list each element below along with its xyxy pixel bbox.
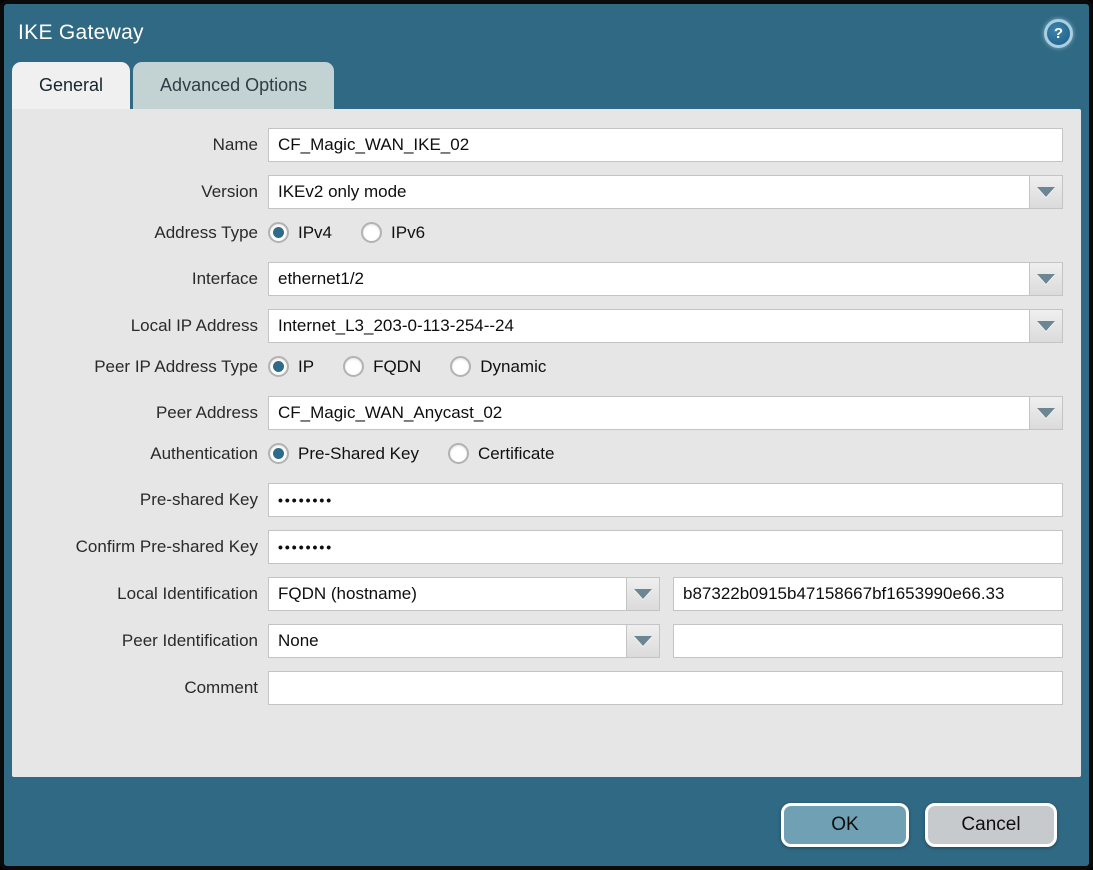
pre-shared-key-input[interactable]: [268, 483, 1063, 517]
radio-button-icon[interactable]: [268, 222, 289, 243]
local-identification-value-input[interactable]: [673, 577, 1063, 611]
version-input[interactable]: [268, 175, 1029, 209]
local-ip-address-label: Local IP Address: [12, 316, 268, 336]
peer-identification-dropdown-button[interactable]: [626, 624, 660, 658]
peer-ip-type-dynamic-label: Dynamic: [480, 357, 546, 377]
version-row: Version: [12, 175, 1063, 209]
address-type-label: Address Type: [12, 223, 268, 243]
local-identification-row: Local Identification: [12, 577, 1063, 611]
local-identification-label: Local Identification: [12, 584, 268, 604]
comment-input[interactable]: [268, 671, 1063, 705]
peer-identification-type-input[interactable]: [268, 624, 626, 658]
pre-shared-key-row: Pre-shared Key: [12, 483, 1063, 517]
interface-select: [268, 262, 1063, 296]
dialog-title: IKE Gateway: [18, 21, 144, 45]
address-type-ipv4-option[interactable]: IPv4: [268, 222, 332, 243]
peer-identification-label: Peer Identification: [12, 631, 268, 651]
name-label: Name: [12, 135, 268, 155]
chevron-down-icon: [1037, 408, 1055, 418]
peer-ip-address-type-row: Peer IP Address Type IP FQDN Dynamic: [12, 356, 1063, 377]
general-tab-panel: Name Version Address Type: [12, 109, 1081, 777]
address-type-ipv6-option[interactable]: IPv6: [361, 222, 425, 243]
peer-identification-value-input[interactable]: [673, 624, 1063, 658]
interface-row: Interface: [12, 262, 1063, 296]
confirm-pre-shared-key-input[interactable]: [268, 530, 1063, 564]
peer-address-select: [268, 396, 1063, 430]
ike-gateway-dialog: IKE Gateway ? General Advanced Options N…: [0, 0, 1093, 870]
chevron-down-icon: [1037, 187, 1055, 197]
version-dropdown-button[interactable]: [1029, 175, 1063, 209]
chevron-down-icon: [634, 589, 652, 599]
radio-button-icon[interactable]: [361, 222, 382, 243]
peer-identification-type-select: [268, 624, 660, 658]
local-identification-type-select: [268, 577, 660, 611]
peer-address-label: Peer Address: [12, 403, 268, 423]
radio-button-icon[interactable]: [268, 443, 289, 464]
local-ip-address-select: [268, 309, 1063, 343]
chevron-down-icon: [634, 636, 652, 646]
tab-advanced-options-label: Advanced Options: [160, 75, 307, 96]
auth-pre-shared-key-label: Pre-Shared Key: [298, 444, 419, 464]
peer-ip-type-ip-label: IP: [298, 357, 314, 377]
address-type-row: Address Type IPv4 IPv6: [12, 222, 1063, 243]
peer-ip-type-dynamic-option[interactable]: Dynamic: [450, 356, 546, 377]
auth-certificate-label: Certificate: [478, 444, 555, 464]
chevron-down-icon: [1037, 274, 1055, 284]
name-row: Name: [12, 128, 1063, 162]
tab-advanced-options[interactable]: Advanced Options: [133, 62, 334, 109]
peer-ip-type-fqdn-label: FQDN: [373, 357, 421, 377]
peer-identification-row: Peer Identification: [12, 624, 1063, 658]
auth-pre-shared-key-option[interactable]: Pre-Shared Key: [268, 443, 419, 464]
interface-label: Interface: [12, 269, 268, 289]
version-label: Version: [12, 182, 268, 202]
dialog-footer: OK Cancel: [4, 783, 1089, 866]
peer-ip-type-fqdn-option[interactable]: FQDN: [343, 356, 421, 377]
local-identification-dropdown-button[interactable]: [626, 577, 660, 611]
peer-address-dropdown-button[interactable]: [1029, 396, 1063, 430]
peer-address-input[interactable]: [268, 396, 1029, 430]
radio-button-icon[interactable]: [450, 356, 471, 377]
chevron-down-icon: [1037, 321, 1055, 331]
authentication-row: Authentication Pre-Shared Key Certificat…: [12, 443, 1063, 464]
tab-general-label: General: [39, 75, 103, 96]
address-type-ipv6-label: IPv6: [391, 223, 425, 243]
comment-label: Comment: [12, 678, 268, 698]
peer-address-row: Peer Address: [12, 396, 1063, 430]
authentication-label: Authentication: [12, 444, 268, 464]
interface-input[interactable]: [268, 262, 1029, 296]
help-icon[interactable]: ?: [1044, 19, 1073, 48]
radio-button-icon[interactable]: [268, 356, 289, 377]
address-type-ipv4-label: IPv4: [298, 223, 332, 243]
local-ip-address-dropdown-button[interactable]: [1029, 309, 1063, 343]
tab-general[interactable]: General: [12, 62, 130, 109]
dialog-titlebar: IKE Gateway ?: [4, 4, 1089, 62]
interface-dropdown-button[interactable]: [1029, 262, 1063, 296]
version-select: [268, 175, 1063, 209]
ok-button[interactable]: OK: [781, 803, 909, 847]
cancel-button[interactable]: Cancel: [925, 803, 1057, 847]
comment-row: Comment: [12, 671, 1063, 705]
name-input[interactable]: [268, 128, 1063, 162]
radio-button-icon[interactable]: [448, 443, 469, 464]
local-identification-type-input[interactable]: [268, 577, 626, 611]
auth-certificate-option[interactable]: Certificate: [448, 443, 555, 464]
peer-ip-address-type-label: Peer IP Address Type: [12, 357, 268, 377]
pre-shared-key-label: Pre-shared Key: [12, 490, 268, 510]
confirm-pre-shared-key-label: Confirm Pre-shared Key: [12, 537, 268, 557]
local-ip-address-input[interactable]: [268, 309, 1029, 343]
confirm-pre-shared-key-row: Confirm Pre-shared Key: [12, 530, 1063, 564]
tab-bar: General Advanced Options: [12, 62, 1089, 109]
radio-button-icon[interactable]: [343, 356, 364, 377]
local-ip-address-row: Local IP Address: [12, 309, 1063, 343]
peer-ip-type-ip-option[interactable]: IP: [268, 356, 314, 377]
